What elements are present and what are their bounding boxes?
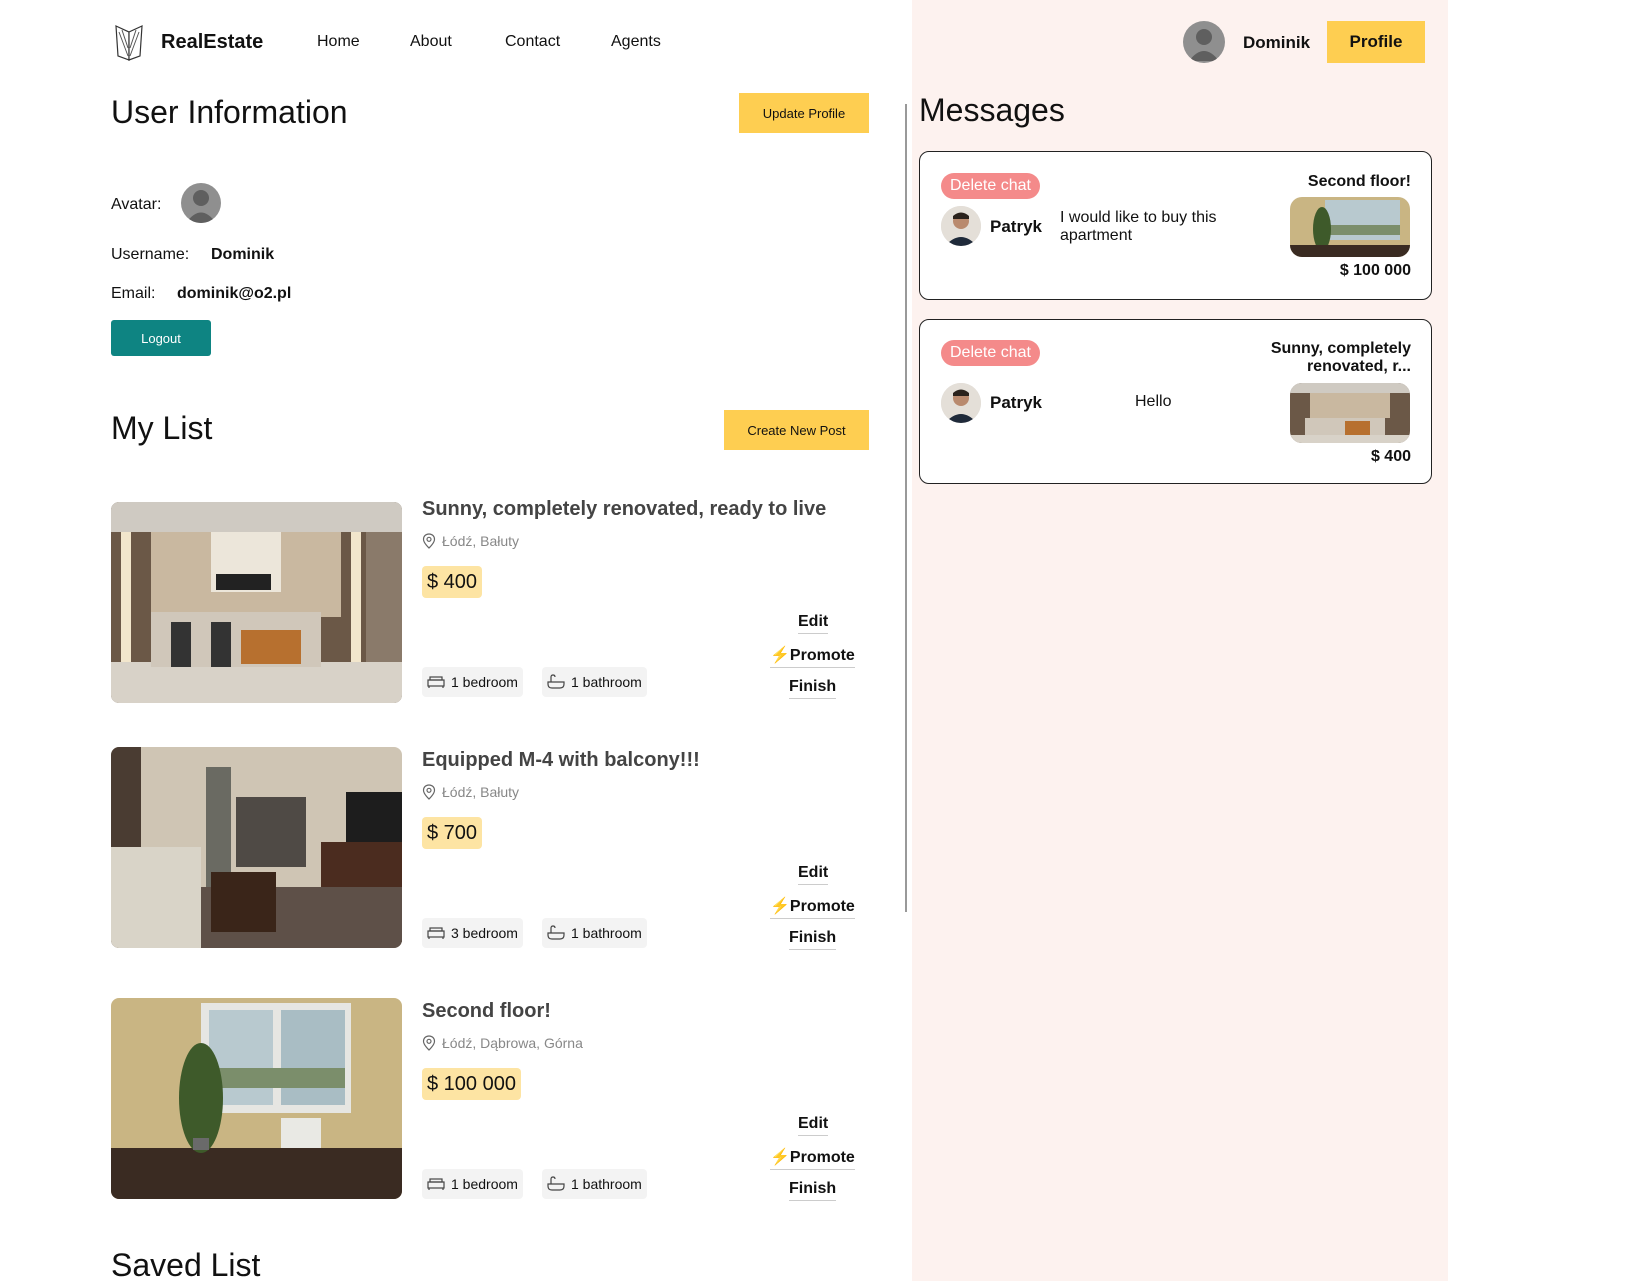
chat-last-message: Hello xyxy=(1135,393,1172,410)
chat-card[interactable]: Delete chat Patryk Hello Sunny, complete… xyxy=(919,319,1432,484)
nav-username: Dominik xyxy=(1243,33,1311,52)
post-address: Łódź, Bałuty xyxy=(422,533,519,549)
chat-card[interactable]: Delete chat Patryk I would like to buy t… xyxy=(919,151,1432,300)
nav-link-about[interactable]: About xyxy=(410,33,452,51)
promote-button[interactable]: ⚡Promote xyxy=(770,645,855,668)
delete-chat-button[interactable]: Delete chat xyxy=(941,340,1040,366)
avatar-label: Avatar: xyxy=(111,196,162,213)
post-price: $ 700 xyxy=(422,817,483,849)
bathroom-feature: 1 bathroom xyxy=(542,667,647,697)
bed-icon xyxy=(427,1178,445,1190)
post-address-text: Łódź, Bałuty xyxy=(442,784,520,800)
post-image[interactable] xyxy=(111,502,402,703)
email-label: Email: xyxy=(111,285,156,302)
chat-post-price: $ 100 000 xyxy=(1339,262,1411,279)
finish-button[interactable]: Finish xyxy=(789,678,837,699)
chat-sender: Patryk xyxy=(990,393,1042,412)
post-address: Łódź, Dąbrowa, Górna xyxy=(422,1035,583,1051)
post-address-text: Łódź, Dąbrowa, Górna xyxy=(442,1035,583,1051)
avatar xyxy=(941,383,981,423)
post-address-text: Łódź, Bałuty xyxy=(442,533,520,549)
messages-title: Messages xyxy=(919,92,1065,128)
bath-icon xyxy=(547,674,565,689)
create-new-post-button[interactable]: Create New Post xyxy=(724,410,869,450)
lightning-icon: ⚡ xyxy=(770,898,790,915)
delete-chat-button[interactable]: Delete chat xyxy=(941,173,1040,199)
chat-post-title: Second floor! xyxy=(1307,173,1411,190)
promote-button[interactable]: ⚡Promote xyxy=(770,1147,855,1170)
bed-icon xyxy=(427,927,445,939)
bath-icon xyxy=(547,925,565,940)
post-image[interactable] xyxy=(111,747,402,948)
post-title[interactable]: Sunny, completely renovated, ready to li… xyxy=(422,498,826,521)
chat-last-message: I would like to buy this apartment xyxy=(1060,209,1217,244)
location-pin-icon xyxy=(422,1035,436,1051)
promote-label: Promote xyxy=(789,898,855,915)
chat-post-price: $ 400 xyxy=(1370,448,1411,465)
post-price: $ 100 000 xyxy=(422,1068,521,1100)
nav-link-contact[interactable]: Contact xyxy=(505,33,560,51)
username-label: Username: xyxy=(111,246,190,263)
lightning-icon: ⚡ xyxy=(770,647,790,664)
nav-link-home[interactable]: Home xyxy=(317,33,360,51)
finish-button[interactable]: Finish xyxy=(789,929,837,950)
update-profile-button[interactable]: Update Profile xyxy=(739,93,869,133)
bedroom-count: 3 bedroom xyxy=(451,925,518,941)
finish-button[interactable]: Finish xyxy=(789,1180,837,1201)
chat-sender: Patryk xyxy=(990,217,1042,236)
bedroom-count: 1 bedroom xyxy=(451,674,518,690)
location-pin-icon xyxy=(422,533,436,549)
bath-icon xyxy=(547,1176,565,1191)
my-list-title: My List xyxy=(111,410,213,446)
chat-post-thumbnail xyxy=(1290,383,1410,443)
post-price: $ 400 xyxy=(422,566,483,598)
bed-icon xyxy=(427,676,445,688)
promote-label: Promote xyxy=(789,1149,855,1166)
bathroom-count: 1 bathroom xyxy=(571,1176,642,1192)
bathroom-count: 1 bathroom xyxy=(571,674,642,690)
bathroom-feature: 1 bathroom xyxy=(542,1169,647,1199)
navbar: RealEstate Home About Contact Agents Dom… xyxy=(0,0,1448,80)
edit-button[interactable]: Edit xyxy=(798,864,829,885)
logo-icon[interactable] xyxy=(112,22,146,62)
bathroom-count: 1 bathroom xyxy=(571,925,642,941)
email-value: dominik@o2.pl xyxy=(177,285,292,302)
avatar xyxy=(941,206,981,246)
username-value: Dominik xyxy=(211,246,275,263)
logout-button[interactable]: Logout xyxy=(111,320,211,356)
brand-name[interactable]: RealEstate xyxy=(161,31,263,54)
avatar xyxy=(181,183,221,223)
post-title[interactable]: Second floor! xyxy=(422,1000,551,1023)
user-info-title: User Information xyxy=(111,94,348,130)
post-image[interactable] xyxy=(111,998,402,1199)
chat-post-thumbnail xyxy=(1290,197,1410,257)
bedroom-feature: 3 bedroom xyxy=(422,918,523,948)
post-address: Łódź, Bałuty xyxy=(422,784,519,800)
location-pin-icon xyxy=(422,784,436,800)
promote-label: Promote xyxy=(789,647,855,664)
bedroom-feature: 1 bedroom xyxy=(422,667,523,697)
lightning-icon: ⚡ xyxy=(770,1149,790,1166)
bathroom-feature: 1 bathroom xyxy=(542,918,647,948)
nav-link-agents[interactable]: Agents xyxy=(611,33,661,51)
edit-button[interactable]: Edit xyxy=(798,613,829,634)
post-title[interactable]: Equipped M-4 with balcony!!! xyxy=(422,749,700,772)
bedroom-feature: 1 bedroom xyxy=(422,1169,523,1199)
promote-button[interactable]: ⚡Promote xyxy=(770,896,855,919)
profile-button[interactable]: Profile xyxy=(1327,21,1425,63)
scroll-divider xyxy=(905,104,907,912)
avatar[interactable] xyxy=(1183,21,1225,63)
saved-list-title: Saved List xyxy=(111,1247,261,1283)
edit-button[interactable]: Edit xyxy=(798,1115,829,1136)
bedroom-count: 1 bedroom xyxy=(451,1176,518,1192)
chat-post-title: Sunny, completely renovated, r... xyxy=(1270,340,1411,375)
